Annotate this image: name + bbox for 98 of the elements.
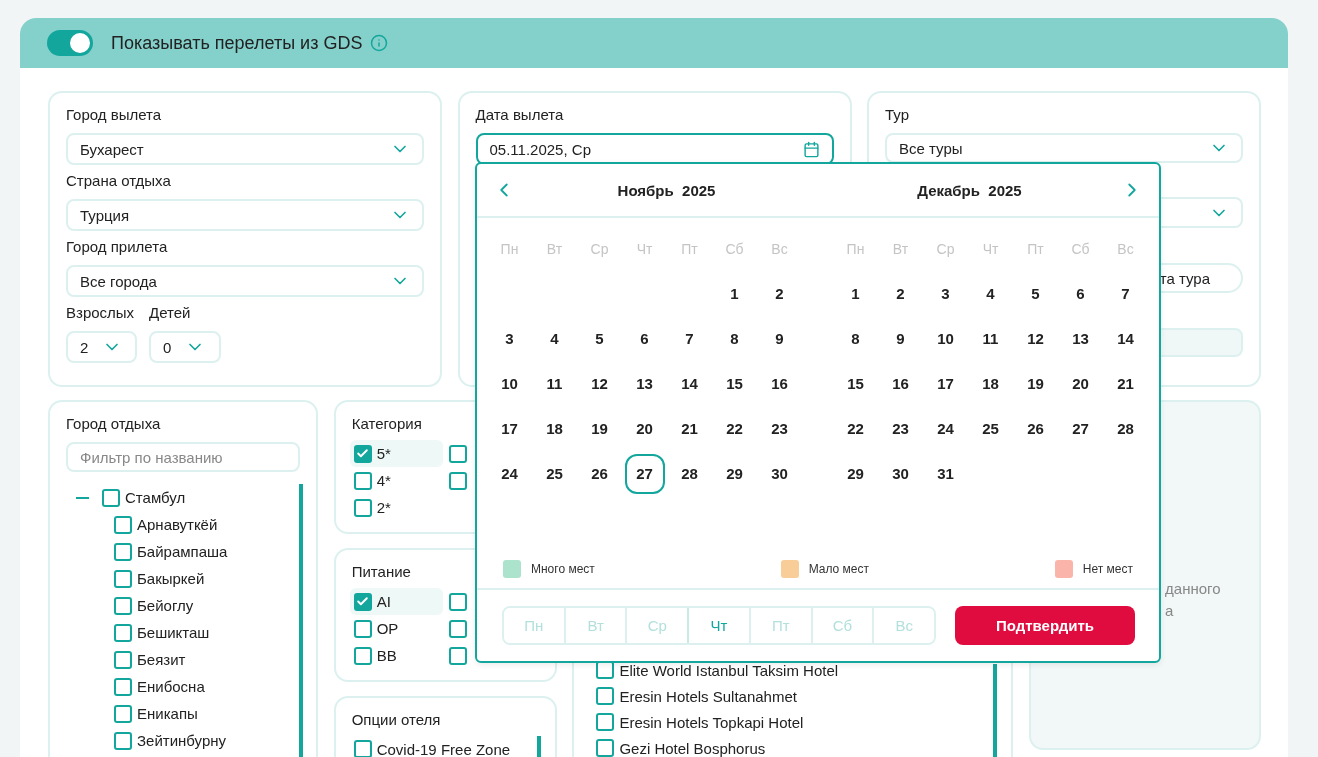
- checkbox[interactable]: [596, 713, 615, 731]
- weekday-label: Вс: [1116, 239, 1135, 259]
- confirm-button[interactable]: Подтвердить: [955, 606, 1135, 645]
- field-label: Категория: [351, 414, 422, 434]
- weekday-label: Вт: [545, 239, 564, 259]
- tree-item[interactable]: Стамбул: [125, 489, 186, 506]
- calendar-icon: [802, 140, 820, 158]
- checkbox[interactable]: [114, 542, 132, 561]
- checkbox[interactable]: [596, 687, 615, 705]
- tree-item[interactable]: Бейоглу: [137, 597, 194, 614]
- date-field[interactable]: 05.11.2025, Ср: [475, 133, 834, 165]
- legend-label: Нет мест: [1082, 562, 1133, 576]
- select-field[interactable]: Все города: [66, 265, 424, 297]
- weekday-label: Ср: [935, 239, 956, 259]
- hotel-name: Elite World Istanbul Taksim Hotel: [619, 661, 839, 679]
- field-label: Дата вылета: [475, 105, 564, 125]
- option-label: BB: [376, 647, 397, 664]
- hotel-name: Eresin Hotels Topkapi Hotel: [619, 713, 804, 731]
- weekday-label: Ср: [589, 239, 610, 259]
- checkbox[interactable]: [114, 704, 132, 723]
- option-label: AI: [376, 593, 391, 610]
- weekday-label: Пт: [1026, 239, 1045, 259]
- option-label: OP: [376, 620, 399, 637]
- checkbox[interactable]: [114, 731, 132, 750]
- option-label: 2*: [376, 499, 391, 516]
- weekday-label: Чт: [635, 239, 654, 259]
- field-label: Детей: [149, 303, 191, 323]
- checkbox[interactable]: [596, 739, 615, 757]
- field-label: Тур: [885, 105, 909, 125]
- weekday-label: Пн: [845, 239, 866, 259]
- filter-field[interactable]: Фильтр по названию: [66, 442, 300, 472]
- checkbox[interactable]: [353, 471, 372, 490]
- month-title: Ноябрь 2025: [616, 181, 717, 199]
- option-highlight[interactable]: 5*: [349, 440, 443, 467]
- option-highlight[interactable]: AI: [349, 588, 443, 615]
- option-label: Covid-19 Free Zone: [376, 740, 511, 757]
- tree-item[interactable]: Байрампаша: [137, 543, 228, 560]
- check-icon: [356, 595, 370, 608]
- weekday-label: Сб: [1070, 239, 1091, 259]
- tree-item[interactable]: Бакыркей: [137, 570, 205, 587]
- tree-item[interactable]: Бешикташ: [137, 624, 210, 641]
- weekday-label: Пн: [499, 239, 520, 259]
- weekday-label: Чт: [981, 239, 1000, 259]
- checkbox[interactable]: [114, 650, 132, 669]
- field-label: Город вылета: [66, 105, 162, 125]
- hotel-name: Eresin Hotels Sultanahmet: [619, 687, 797, 705]
- weekday-label: Вс: [770, 239, 789, 259]
- checkbox[interactable]: [353, 619, 372, 638]
- scrollbar[interactable]: [993, 664, 998, 757]
- checkbox[interactable]: [114, 677, 132, 696]
- scrollbar[interactable]: [299, 484, 303, 757]
- field-label: Город отдыха: [66, 414, 161, 434]
- option-label: 4*: [376, 472, 391, 489]
- tree-item[interactable]: Арнавуткёй: [137, 516, 218, 533]
- checkbox[interactable]: [448, 646, 467, 665]
- checkbox[interactable]: [353, 740, 372, 757]
- tree-item[interactable]: Беязит: [137, 651, 186, 668]
- field-label: Город прилета: [66, 237, 168, 257]
- toggle-label: Показывать перелеты из GDS: [111, 32, 363, 54]
- info-text: данного а: [1165, 579, 1222, 621]
- select-field[interactable]: 0: [149, 331, 221, 363]
- checkbox[interactable]: [114, 569, 132, 588]
- field-label: Страна отдыха: [66, 171, 171, 191]
- checkbox[interactable]: [353, 646, 372, 665]
- checkbox[interactable]: [114, 596, 132, 615]
- tree-item[interactable]: Еникапы: [137, 705, 198, 722]
- calendar-day[interactable]: 27: [624, 453, 665, 494]
- checkbox[interactable]: [448, 592, 467, 611]
- field-label: Опции отеля: [351, 710, 441, 730]
- checkbox[interactable]: [353, 592, 372, 611]
- select-field[interactable]: 2: [66, 331, 137, 363]
- month-title: Декабрь 2025: [916, 181, 1023, 199]
- collapse-icon[interactable]: [76, 496, 89, 499]
- weekday-label: Пт: [680, 239, 699, 259]
- checkbox[interactable]: [448, 619, 467, 638]
- checkbox[interactable]: [448, 444, 467, 463]
- legend-label: Много мест: [531, 562, 595, 576]
- checkbox[interactable]: [353, 444, 372, 463]
- select-field[interactable]: Все туры: [885, 133, 1243, 164]
- hotel-name: Gezi Hotel Bosphorus: [619, 739, 766, 757]
- toggle-switch[interactable]: [47, 30, 93, 56]
- weekday-label: Вт: [891, 239, 910, 259]
- check-icon: [356, 447, 370, 460]
- info-icon[interactable]: [370, 34, 389, 52]
- tree-item[interactable]: Енибосна: [137, 678, 205, 695]
- tree-item[interactable]: Зейтинбурну: [137, 732, 227, 749]
- checkbox[interactable]: [114, 623, 132, 642]
- checkbox[interactable]: [114, 515, 132, 534]
- field-label: Питание: [351, 562, 411, 582]
- checkbox[interactable]: [102, 488, 120, 507]
- select-field[interactable]: Бухарест: [66, 133, 424, 165]
- field-label: Взрослых: [66, 303, 135, 323]
- weekday-label: Сб: [724, 239, 745, 259]
- legend-label: Мало мест: [808, 562, 869, 576]
- checkbox[interactable]: [448, 471, 467, 490]
- option-label: 5*: [376, 445, 391, 462]
- checkbox[interactable]: [353, 498, 372, 517]
- select-field[interactable]: Турция: [66, 199, 424, 231]
